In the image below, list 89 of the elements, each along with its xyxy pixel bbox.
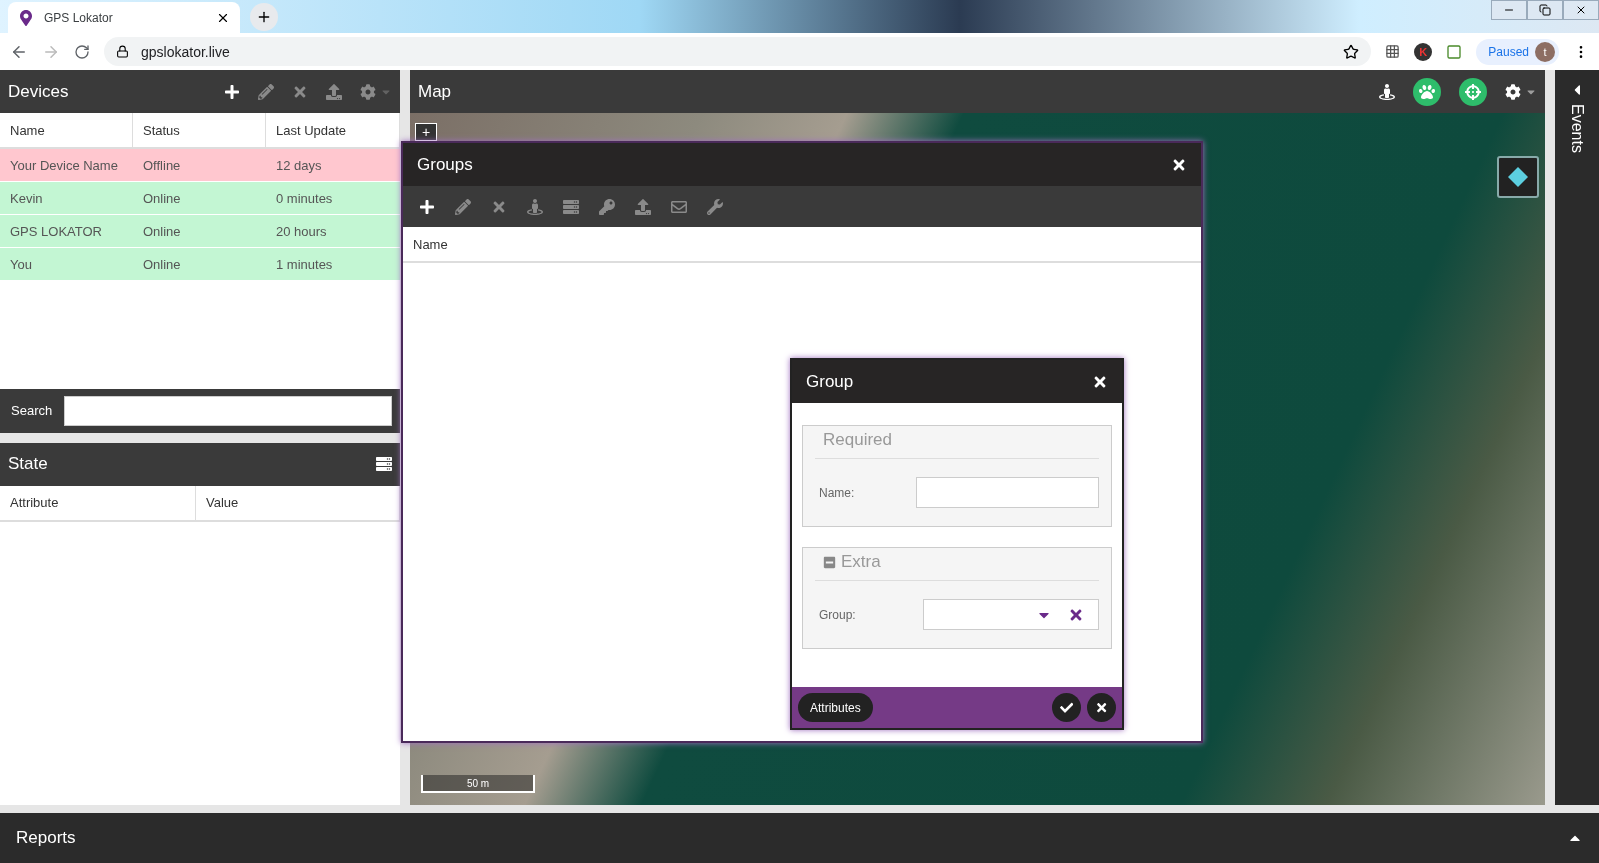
section-title: Extra (841, 552, 881, 572)
paw-icon (1419, 83, 1435, 100)
person-icon (1379, 83, 1395, 100)
device-row[interactable]: You Online 1 minutes (0, 248, 400, 281)
list-icon (563, 198, 579, 215)
cancel-button[interactable] (1087, 693, 1116, 722)
address-bar[interactable]: gpslokator.live (104, 37, 1372, 66)
scale-bar: 50 m (421, 775, 535, 793)
column-header[interactable]: Status (133, 113, 266, 147)
table-cell-text: Kevin (9, 189, 44, 208)
attributes-button[interactable]: Attributes (798, 693, 873, 722)
add-button[interactable] (224, 83, 240, 100)
person-button[interactable] (1379, 83, 1395, 100)
table-cell-text: 0 minutes (275, 189, 334, 208)
section-title: Required (823, 430, 892, 450)
minimize-button[interactable] (1491, 0, 1527, 20)
upload-icon (635, 198, 651, 215)
pin-icon (18, 9, 34, 26)
panel-title: Map (418, 81, 453, 102)
layers-icon (1506, 165, 1530, 189)
search-label: Search (11, 403, 53, 418)
crosshairs-icon (1465, 83, 1481, 100)
table-cell-text: Your Device Name (9, 156, 119, 175)
browser-tab[interactable]: GPS Lokator (8, 2, 240, 33)
url-field[interactable]: gpslokator.live (139, 42, 1334, 61)
field-label: Group: (818, 607, 857, 622)
paw-button[interactable] (1413, 77, 1441, 106)
zoom-in-button[interactable]: + (415, 123, 437, 141)
table-cell-text: 1 minutes (275, 255, 334, 274)
settings-icon (1505, 83, 1521, 100)
person-icon (527, 198, 543, 215)
layers-button[interactable] (1497, 156, 1539, 198)
table-cell-text: You (9, 255, 33, 274)
pencil-icon (455, 198, 471, 215)
search-field[interactable] (64, 395, 392, 426)
device-row[interactable]: Your Device Name Offline 12 days (0, 149, 400, 182)
column-header[interactable]: Value (196, 485, 400, 520)
combo-field[interactable] (923, 599, 1099, 630)
envelope-icon (671, 198, 687, 215)
panel-title: Devices (8, 81, 70, 102)
tab-title: GPS Lokator (44, 10, 114, 25)
table-cell-text: 12 days (275, 156, 323, 175)
dialog-title: Group (806, 371, 855, 392)
table-cell-text: Online (142, 189, 182, 208)
confirm-button[interactable] (1052, 693, 1081, 722)
new-tab-button[interactable] (250, 3, 278, 31)
column-header[interactable]: Attribute (0, 485, 196, 520)
grid-icon[interactable] (1385, 44, 1401, 59)
wrench-icon (707, 198, 723, 215)
dialog-title: Groups (417, 154, 474, 175)
panel-title: Reports (16, 828, 77, 848)
table-cell-text: Online (142, 222, 182, 241)
key-icon (599, 198, 615, 215)
column-header[interactable]: Name (0, 113, 133, 147)
close-icon (1094, 700, 1109, 715)
field-label: Name: (818, 485, 856, 500)
avatar: t (1535, 41, 1555, 62)
settings-icon (360, 83, 376, 100)
upload-icon (326, 83, 342, 100)
panel-title: State (8, 454, 49, 474)
add-icon (419, 198, 435, 215)
table-cell-text: GPS LOKATOR (9, 222, 103, 241)
crosshairs-button[interactable] (1459, 77, 1487, 106)
restore-icon (1539, 4, 1551, 16)
column-header[interactable]: Last Update (266, 113, 400, 147)
plus-icon (256, 9, 272, 25)
events-tab[interactable]: Events (1568, 104, 1586, 153)
column-header[interactable]: Name (403, 227, 1201, 261)
table-cell-text: 20 hours (275, 222, 328, 241)
pencil-icon (258, 83, 274, 100)
add-icon (224, 83, 240, 100)
list-button[interactable] (376, 456, 392, 472)
reload-button[interactable] (74, 43, 90, 60)
table-cell-text: Offline (142, 156, 182, 175)
collapse-button[interactable] (823, 555, 836, 569)
check-icon (1059, 700, 1074, 715)
add-button[interactable] (419, 198, 435, 215)
settings-button[interactable] (1505, 83, 1537, 100)
restore-button[interactable] (1527, 0, 1563, 20)
profile-button[interactable]: Paused t (1476, 38, 1559, 65)
device-row[interactable]: GPS LOKATOR Online 20 hours (0, 215, 400, 248)
input-field[interactable] (916, 477, 1099, 508)
table-cell-text: Online (142, 255, 182, 274)
close-icon (1575, 4, 1587, 16)
lock-icon (116, 45, 129, 58)
device-row[interactable]: Kevin Online 0 minutes (0, 182, 400, 215)
bookmark-star-icon[interactable] (1343, 43, 1360, 60)
list-icon (376, 456, 392, 472)
extension-icon[interactable] (1446, 43, 1463, 60)
